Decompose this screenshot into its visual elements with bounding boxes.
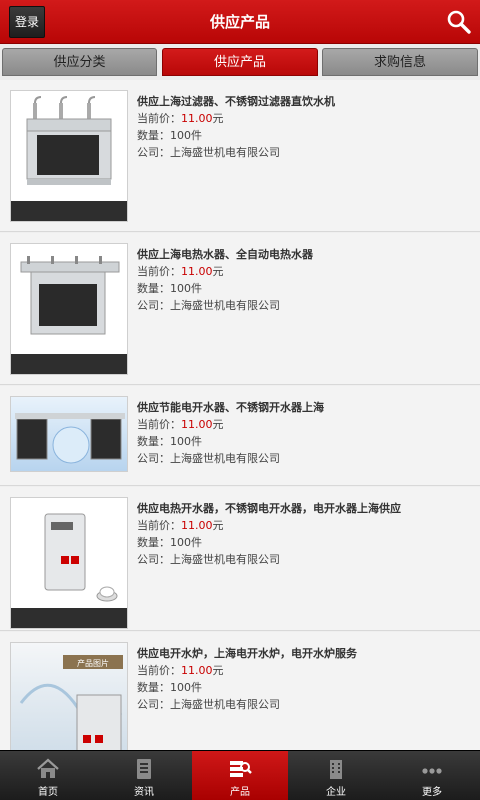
product-item[interactable]: 供应上海过滤器、不锈钢过滤器直饮水机 当前价：11.00元 数量：100件 公司… bbox=[0, 80, 480, 232]
product-info: 供应节能电开水器、不锈钢开水器上海 当前价：11.00元 数量：100件 公司：… bbox=[137, 400, 472, 467]
product-image bbox=[10, 243, 128, 375]
product-list: 供应上海过滤器、不锈钢过滤器直饮水机 当前价：11.00元 数量：100件 公司… bbox=[0, 80, 480, 750]
nav-label: 资讯 bbox=[134, 787, 154, 798]
nav-products[interactable]: 产品 bbox=[192, 751, 288, 800]
product-info: 供应电热开水器，不锈钢电开水器，电开水器上海供应 当前价：11.00元 数量：1… bbox=[137, 501, 472, 568]
home-icon bbox=[37, 758, 59, 778]
page-title: 供应产品 bbox=[209, 13, 270, 31]
product-price: 当前价：11.00元 bbox=[137, 418, 224, 431]
product-quantity: 数量：100件 bbox=[137, 435, 202, 448]
product-price: 当前价：11.00元 bbox=[137, 664, 224, 677]
product-company: 公司：上海盛世机电有限公司 bbox=[137, 553, 280, 566]
product-company: 公司：上海盛世机电有限公司 bbox=[137, 299, 280, 312]
building-icon bbox=[330, 760, 342, 779]
product-image bbox=[10, 497, 128, 629]
product-price: 当前价：11.00元 bbox=[137, 519, 224, 532]
product-quantity: 数量：100件 bbox=[137, 129, 202, 142]
nav-news[interactable]: 资讯 bbox=[96, 751, 192, 800]
product-price: 当前价：11.00元 bbox=[137, 265, 224, 278]
product-title[interactable]: 供应电开水炉，上海电开水炉，电开水炉服务 bbox=[137, 646, 472, 662]
nav-enterprise[interactable]: 企业 bbox=[288, 751, 384, 800]
search-icon[interactable] bbox=[446, 9, 472, 35]
more-icon bbox=[422, 768, 442, 774]
product-image bbox=[10, 396, 128, 472]
product-quantity: 数量：100件 bbox=[137, 536, 202, 549]
tab-supply-products[interactable]: 供应产品 bbox=[162, 48, 318, 76]
login-button[interactable]: 登录 bbox=[9, 6, 45, 38]
product-icon bbox=[230, 761, 252, 777]
product-company: 公司：上海盛世机电有限公司 bbox=[137, 146, 280, 159]
nav-more[interactable]: 更多 bbox=[384, 751, 480, 800]
product-info: 供应电开水炉，上海电开水炉，电开水炉服务 当前价：11.00元 数量：100件 … bbox=[137, 646, 472, 713]
product-item[interactable]: 供应节能电开水器、不锈钢开水器上海 当前价：11.00元 数量：100件 公司：… bbox=[0, 386, 480, 486]
app-screen: 供应产品 登录 供应分类 供应产品 求购信息 供应上海过滤器、不锈钢过滤器直饮水… bbox=[0, 0, 480, 800]
news-icon bbox=[137, 759, 151, 779]
image-caption: 产品图片 bbox=[77, 658, 109, 668]
product-image bbox=[10, 90, 128, 222]
product-item[interactable]: 产品图片 供应电开水炉，上海电开水炉，电开水炉服务 当前价：11.00元 数量：… bbox=[0, 632, 480, 750]
product-company: 公司：上海盛世机电有限公司 bbox=[137, 698, 280, 711]
product-info: 供应上海电热水器、全自动电热水器 当前价：11.00元 数量：100件 公司：上… bbox=[137, 247, 472, 314]
product-title[interactable]: 供应上海电热水器、全自动电热水器 bbox=[137, 247, 472, 263]
product-image: 产品图片 bbox=[10, 642, 128, 750]
product-item[interactable]: 供应电热开水器，不锈钢电开水器，电开水器上海供应 当前价：11.00元 数量：1… bbox=[0, 487, 480, 631]
header-bar: 供应产品 登录 bbox=[0, 0, 480, 44]
nav-home[interactable]: 首页 bbox=[0, 751, 96, 800]
product-title[interactable]: 供应电热开水器，不锈钢电开水器，电开水器上海供应 bbox=[137, 501, 472, 517]
tab-bar: 供应分类 供应产品 求购信息 bbox=[0, 44, 480, 80]
product-title[interactable]: 供应节能电开水器、不锈钢开水器上海 bbox=[137, 400, 472, 416]
nav-label: 更多 bbox=[422, 787, 442, 798]
nav-label: 首页 bbox=[38, 787, 58, 798]
product-item[interactable]: 供应上海电热水器、全自动电热水器 当前价：11.00元 数量：100件 公司：上… bbox=[0, 233, 480, 385]
nav-label: 产品 bbox=[230, 787, 250, 798]
product-info: 供应上海过滤器、不锈钢过滤器直饮水机 当前价：11.00元 数量：100件 公司… bbox=[137, 94, 472, 161]
nav-label: 企业 bbox=[326, 787, 346, 798]
product-company: 公司：上海盛世机电有限公司 bbox=[137, 452, 280, 465]
product-quantity: 数量：100件 bbox=[137, 282, 202, 295]
product-price: 当前价：11.00元 bbox=[137, 112, 224, 125]
tab-supply-category[interactable]: 供应分类 bbox=[2, 48, 157, 76]
bottom-nav: 首页 资讯 产品 企业 更多 bbox=[0, 750, 480, 800]
product-quantity: 数量：100件 bbox=[137, 681, 202, 694]
product-title[interactable]: 供应上海过滤器、不锈钢过滤器直饮水机 bbox=[137, 94, 472, 110]
tab-purchase-info[interactable]: 求购信息 bbox=[322, 48, 478, 76]
